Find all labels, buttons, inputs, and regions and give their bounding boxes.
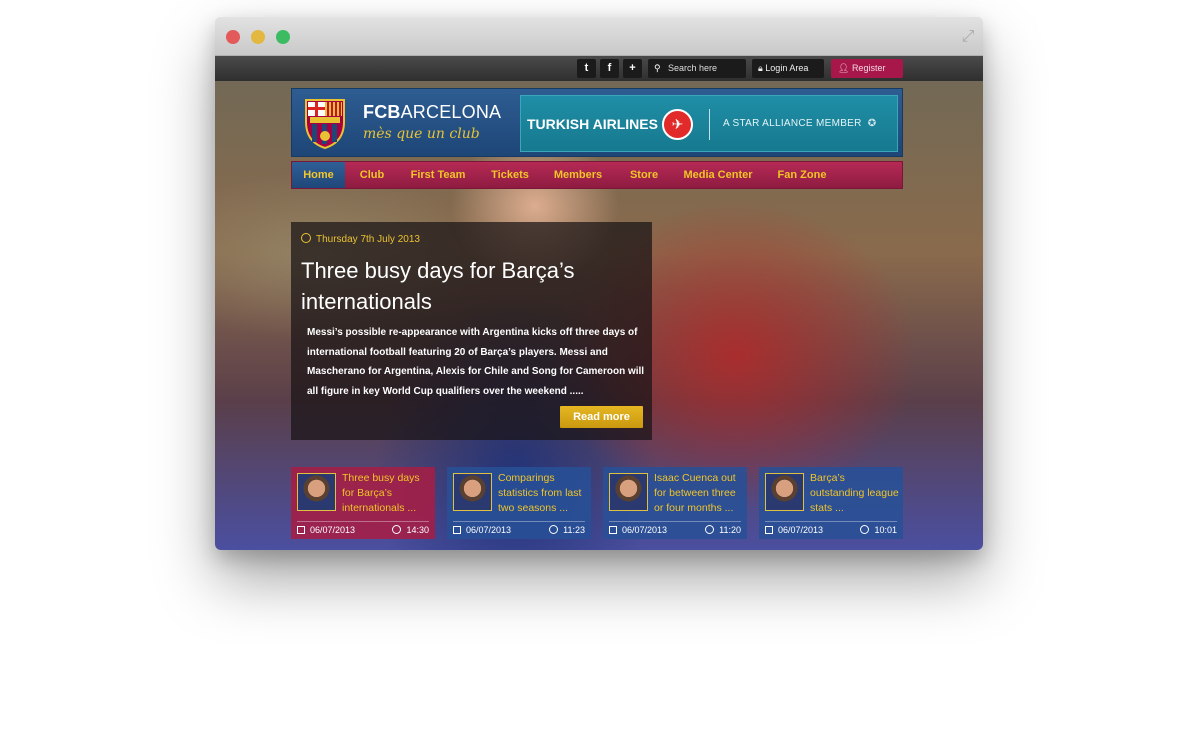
news-time: 10:01 xyxy=(874,525,897,535)
zoom-window-button[interactable] xyxy=(276,30,290,44)
news-time: 11:20 xyxy=(719,525,741,535)
news-card[interactable]: Comparings statistics from last two seas… xyxy=(447,467,591,539)
close-window-button[interactable] xyxy=(226,30,240,44)
club-name-rest: ARCELONA xyxy=(400,102,502,122)
article-excerpt: Messi’s possible re-appearance with Arge… xyxy=(307,327,645,397)
club-name[interactable]: FCBARCELONA xyxy=(363,102,501,123)
news-card[interactable]: Barça’s outstanding league stats ... 06/… xyxy=(759,467,903,539)
search-placeholder: Search here xyxy=(668,63,718,73)
news-thumbnail[interactable] xyxy=(765,473,804,511)
news-meta: 06/07/2013 10:01 xyxy=(765,521,897,535)
news-thumbnail[interactable] xyxy=(453,473,492,511)
news-thumbnail[interactable] xyxy=(609,473,648,511)
clock-icon xyxy=(549,525,559,534)
news-title[interactable]: Isaac Cuenca out for between three or fo… xyxy=(654,471,746,516)
search-icon: ⚲ xyxy=(654,63,661,73)
sponsor-divider xyxy=(709,109,710,140)
news-date: 06/07/2013 xyxy=(466,525,512,535)
nav-item-club[interactable]: Club xyxy=(350,162,394,188)
nav-item-media-center[interactable]: Media Center xyxy=(680,162,756,188)
nav-item-home[interactable]: Home xyxy=(292,162,345,188)
site-header: FCBARCELONA mès que un club TURKISH AIRL… xyxy=(291,88,903,157)
nav-item-tickets[interactable]: Tickets xyxy=(484,162,536,188)
minimize-window-button[interactable] xyxy=(251,30,265,44)
calendar-icon xyxy=(297,526,305,534)
news-time: 11:23 xyxy=(563,525,585,535)
turkish-airlines-logo-icon: ✈ xyxy=(662,109,693,140)
club-name-bold: FCB xyxy=(363,102,401,122)
article-date: Thursday 7th July 2013 xyxy=(301,233,420,245)
register-button[interactable]: 👤︎ Register xyxy=(831,59,903,78)
sponsor-alliance: A STAR ALLIANCE MEMBER ✪ xyxy=(723,118,876,129)
search-input[interactable]: ⚲ Search here xyxy=(648,59,746,78)
expand-icon[interactable]: ⤢ xyxy=(959,28,977,46)
calendar-icon xyxy=(609,526,617,534)
sponsor-alliance-text: A STAR ALLIANCE MEMBER xyxy=(723,118,862,129)
news-card[interactable]: Isaac Cuenca out for between three or fo… xyxy=(603,467,747,539)
plus-icon[interactable]: + xyxy=(623,59,642,78)
news-card[interactable]: Three busy days for Barça’s internationa… xyxy=(291,467,435,539)
read-more-button[interactable]: Read more xyxy=(560,406,643,428)
article-date-text: Thursday 7th July 2013 xyxy=(316,234,420,245)
news-meta: 06/07/2013 14:30 xyxy=(297,521,429,535)
website: t f + ⚲ Search here 🔒︎ Login Area 👤︎ Regi… xyxy=(215,56,983,550)
clock-icon xyxy=(301,233,311,243)
news-time: 14:30 xyxy=(406,525,429,535)
star-alliance-icon: ✪ xyxy=(867,118,877,129)
news-title[interactable]: Three busy days for Barça’s internationa… xyxy=(342,471,434,516)
news-date: 06/07/2013 xyxy=(778,525,824,535)
nav-item-store[interactable]: Store xyxy=(622,162,666,188)
browser-titlebar: ⤢ xyxy=(215,17,983,56)
news-thumbnail[interactable] xyxy=(297,473,336,511)
twitter-icon[interactable]: t xyxy=(577,59,596,78)
news-meta: 06/07/2013 11:23 xyxy=(453,521,585,535)
clock-icon xyxy=(392,525,402,534)
clock-icon xyxy=(860,525,870,534)
facebook-icon[interactable]: f xyxy=(600,59,619,78)
news-title[interactable]: Comparings statistics from last two seas… xyxy=(498,471,590,516)
login-label: Login Area xyxy=(765,63,809,73)
news-title[interactable]: Barça’s outstanding league stats ... xyxy=(810,471,902,516)
clock-icon xyxy=(705,525,715,534)
news-date: 06/07/2013 xyxy=(310,525,356,535)
club-motto: mès que un club xyxy=(363,126,480,142)
calendar-icon xyxy=(765,526,773,534)
main-nav: Home Club First Team Tickets Members Sto… xyxy=(291,161,903,189)
register-label: Register xyxy=(851,63,886,73)
browser-window: ⤢ t f + ⚲ Search here 🔒︎ Login Area 👤︎ Re… xyxy=(215,17,983,550)
user-icon: 👤︎ xyxy=(838,63,852,73)
login-area-button[interactable]: 🔒︎ Login Area xyxy=(752,59,824,78)
nav-item-first-team[interactable]: First Team xyxy=(404,162,472,188)
top-bar: t f + ⚲ Search here 🔒︎ Login Area 👤︎ Regi… xyxy=(215,56,983,81)
article-title[interactable]: Three busy days for Barça’s internationa… xyxy=(301,255,646,317)
nav-item-fan-zone[interactable]: Fan Zone xyxy=(770,162,834,188)
news-date: 06/07/2013 xyxy=(622,525,668,535)
calendar-icon xyxy=(453,526,461,534)
news-meta: 06/07/2013 11:20 xyxy=(609,521,741,535)
sponsor-banner[interactable]: TURKISH AIRLINES ✈ A STAR ALLIANCE MEMBE… xyxy=(520,95,898,152)
nav-item-members[interactable]: Members xyxy=(549,162,607,188)
fcb-crest-logo[interactable] xyxy=(300,96,350,150)
sponsor-name: TURKISH AIRLINES xyxy=(527,116,658,132)
featured-article: Thursday 7th July 2013 Three busy days f… xyxy=(291,222,652,440)
